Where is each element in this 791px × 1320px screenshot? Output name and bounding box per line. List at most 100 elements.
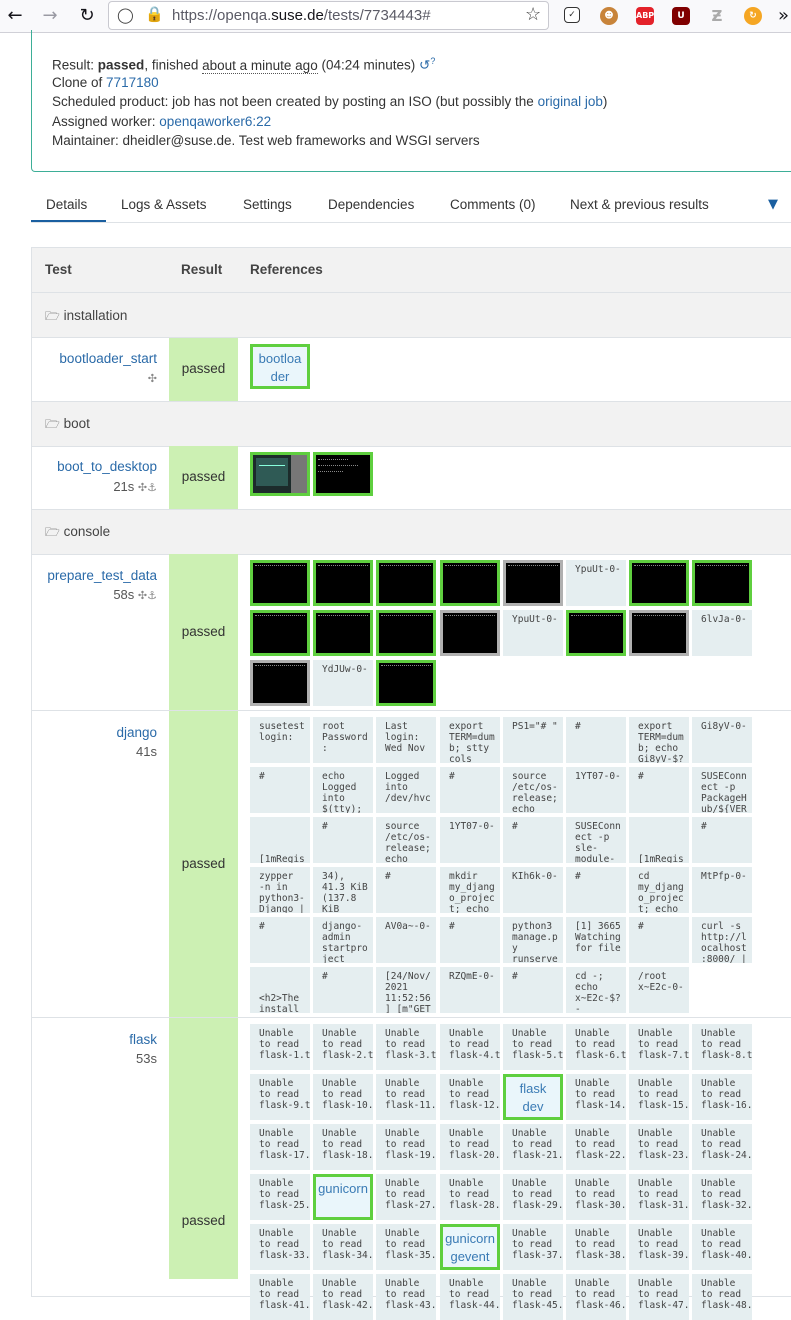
screenshot-thumbnail[interactable]	[692, 560, 752, 606]
tab-settings[interactable]: Settings	[243, 197, 292, 212]
star-icon[interactable]: ☆	[525, 4, 541, 25]
screenshot-thumbnail[interactable]	[376, 660, 436, 706]
text-thumbnail[interactable]: /root x~E2c-0-	[629, 967, 689, 1013]
screenshot-thumbnail[interactable]	[629, 610, 689, 656]
text-thumbnail[interactable]: Unable to read flask-5.txt.	[503, 1024, 563, 1070]
text-thumbnail[interactable]: #	[376, 867, 436, 913]
tab-dependencies[interactable]: Dependencies	[328, 197, 414, 212]
text-thumbnail[interactable]: #	[692, 817, 752, 863]
text-thumbnail[interactable]: #	[629, 917, 689, 963]
clone-link[interactable]: 7717180	[106, 75, 159, 90]
lock-icon[interactable]: 🔒	[145, 5, 164, 23]
text-thumbnail[interactable]: Unable to read flask-37.txt.	[503, 1224, 563, 1270]
text-thumbnail[interactable]: Unable to read flask-39.txt.	[629, 1224, 689, 1270]
text-thumbnail[interactable]: Unable to read flask-4.txt.	[440, 1024, 500, 1070]
screenshot-thumbnail[interactable]	[313, 452, 373, 496]
text-thumbnail[interactable]: export TERM=dum b; echo Gi8yV-$?	[629, 717, 689, 763]
screenshot-thumbnail[interactable]	[440, 610, 500, 656]
text-thumbnail[interactable]: AV0a~-0-	[376, 917, 436, 963]
text-thumbnail[interactable]: Unable to read flask-6.txt.	[566, 1024, 626, 1070]
text-thumbnail[interactable]: KIh6k-0-	[503, 867, 563, 913]
screenshot-thumbnail[interactable]	[250, 660, 310, 706]
text-thumbnail[interactable]: PS1="# "	[503, 717, 563, 763]
text-thumbnail[interactable]: Unable to read flask-10.txt.	[313, 1074, 373, 1120]
text-thumbnail[interactable]: #	[503, 967, 563, 1013]
text-thumbnail[interactable]: Unable to read flask-28.txt.	[440, 1174, 500, 1220]
screenshot-thumbnail[interactable]	[376, 610, 436, 656]
needle-thumbnail[interactable]: gunicorn	[313, 1174, 373, 1220]
reload-icon[interactable]: ↻	[75, 4, 99, 28]
text-thumbnail[interactable]: Unable to read flask-35.txt.	[376, 1224, 436, 1270]
text-thumbnail[interactable]: #	[629, 767, 689, 813]
screenshot-thumbnail[interactable]	[629, 560, 689, 606]
text-thumbnail[interactable]: Unable to read flask-8.txt.	[692, 1024, 752, 1070]
shield-icon[interactable]: ◯	[117, 6, 134, 24]
tab-comments[interactable]: Comments (0)	[450, 197, 536, 212]
forward-icon[interactable]: →	[38, 4, 62, 28]
text-thumbnail[interactable]: mkdir my_djang o_projec t; echo	[440, 867, 500, 913]
text-thumbnail[interactable]: Unable to read flask-9.txt.	[250, 1074, 310, 1120]
test-name-prepare-test-data[interactable]: prepare_test_data	[47, 568, 157, 583]
text-thumbnail[interactable]: Unable to read flask-27.txt.	[376, 1174, 436, 1220]
test-name-boot-to-desktop[interactable]: boot_to_desktop	[57, 459, 157, 474]
text-thumbnail[interactable]: susetest login:	[250, 717, 310, 763]
text-thumbnail[interactable]: [1] 3665 Watching for file	[566, 917, 626, 963]
more-icon[interactable]: »	[776, 4, 791, 28]
text-thumbnail[interactable]: Unable to read flask-40.txt.	[692, 1224, 752, 1270]
text-thumbnail[interactable]: source /etc/os- release; echo	[376, 817, 436, 863]
text-thumbnail[interactable]: Unable to read flask-24.txt.	[692, 1124, 752, 1170]
text-thumbnail[interactable]: #	[440, 767, 500, 813]
text-thumbnail[interactable]: YdJUw-0-	[313, 660, 373, 706]
worker-link[interactable]: openqaworker6:22	[159, 114, 271, 129]
text-thumbnail[interactable]: Unable to read flask-17.txt.	[250, 1124, 310, 1170]
text-thumbnail[interactable]: django- admin startpro ject	[313, 917, 373, 963]
text-thumbnail[interactable]: RZQmE-0-	[440, 967, 500, 1013]
text-thumbnail[interactable]: [24/Nov/ 2021 11:52:56 ] [m"GET	[376, 967, 436, 1013]
text-thumbnail[interactable]: 6lvJa-0-	[692, 610, 752, 656]
ublock-icon[interactable]: U	[672, 7, 690, 25]
screenshot-thumbnail[interactable]	[250, 452, 310, 496]
needle-thumbnail[interactable]: gunicorn gevent	[440, 1224, 500, 1270]
text-thumbnail[interactable]: Gi8yV-0-	[692, 717, 752, 763]
text-thumbnail[interactable]: cd -; echo x~E2c-$? -	[566, 967, 626, 1013]
text-thumbnail[interactable]: Unable to read flask-20.txt.	[440, 1124, 500, 1170]
text-thumbnail[interactable]: Logged into /dev/hvc	[376, 767, 436, 813]
text-thumbnail[interactable]: Last login: Wed Nov	[376, 717, 436, 763]
text-thumbnail[interactable]: #	[566, 717, 626, 763]
text-thumbnail[interactable]: cd my_djang o_projec t; echo	[629, 867, 689, 913]
url-bar[interactable]: ◯ 🔒 https://openqa.suse.de/tests/7734443…	[108, 1, 549, 30]
monkey-icon[interactable]: ☻	[600, 7, 618, 25]
text-thumbnail[interactable]: Unable to read flask-21.txt.	[503, 1124, 563, 1170]
text-thumbnail[interactable]: YpuUt-0-	[566, 560, 626, 606]
screenshot-thumbnail[interactable]	[313, 560, 373, 606]
text-thumbnail[interactable]: export TERM=dum b; stty cols	[440, 717, 500, 763]
text-thumbnail[interactable]: #	[250, 917, 310, 963]
text-thumbnail[interactable]: Unable to read flask-41.txt.	[250, 1274, 310, 1320]
text-thumbnail[interactable]: Unable to read flask-23.txt.	[629, 1124, 689, 1170]
text-thumbnail[interactable]: Unable to read flask-44.txt.	[440, 1274, 500, 1320]
text-thumbnail[interactable]: Unable to read flask-33.txt.	[250, 1224, 310, 1270]
text-thumbnail[interactable]: Unable to read flask-48.txt.	[692, 1274, 752, 1320]
tab-logs-assets[interactable]: Logs & Assets	[121, 197, 207, 212]
text-thumbnail[interactable]: <h2>The install	[250, 967, 310, 1013]
text-thumbnail[interactable]: echo Logged into $(tty);	[313, 767, 373, 813]
text-thumbnail[interactable]: [1mRegis tering	[250, 817, 310, 863]
back-icon[interactable]: ←	[3, 4, 27, 28]
screenshot-thumbnail[interactable]	[503, 560, 563, 606]
test-name-bootloader-start[interactable]: bootloader_start	[59, 351, 157, 366]
screenshot-thumbnail[interactable]	[566, 610, 626, 656]
text-thumbnail[interactable]: [1mRegis tering	[629, 817, 689, 863]
text-thumbnail[interactable]: python3 manage.p y runserve	[503, 917, 563, 963]
screenshot-thumbnail[interactable]	[440, 560, 500, 606]
text-thumbnail[interactable]: 34), 41.3 KiB (137.8 KiB	[313, 867, 373, 913]
screenshot-thumbnail[interactable]	[250, 610, 310, 656]
text-thumbnail[interactable]: Unable to read flask-38.txt.	[566, 1224, 626, 1270]
text-thumbnail[interactable]: Unable to read flask-29.txt.	[503, 1174, 563, 1220]
text-thumbnail[interactable]: Unable to read flask-16.txt.	[692, 1074, 752, 1120]
screenshot-thumbnail[interactable]	[250, 560, 310, 606]
text-thumbnail[interactable]: Unable to read flask-2.txt.	[313, 1024, 373, 1070]
text-thumbnail[interactable]: Unable to read flask-25.txt.	[250, 1174, 310, 1220]
text-thumbnail[interactable]: Unable to read flask-43.txt.	[376, 1274, 436, 1320]
url-text[interactable]: https://openqa.suse.de/tests/7734443#	[172, 7, 431, 24]
restart-icon[interactable]: ↺	[419, 58, 430, 74]
